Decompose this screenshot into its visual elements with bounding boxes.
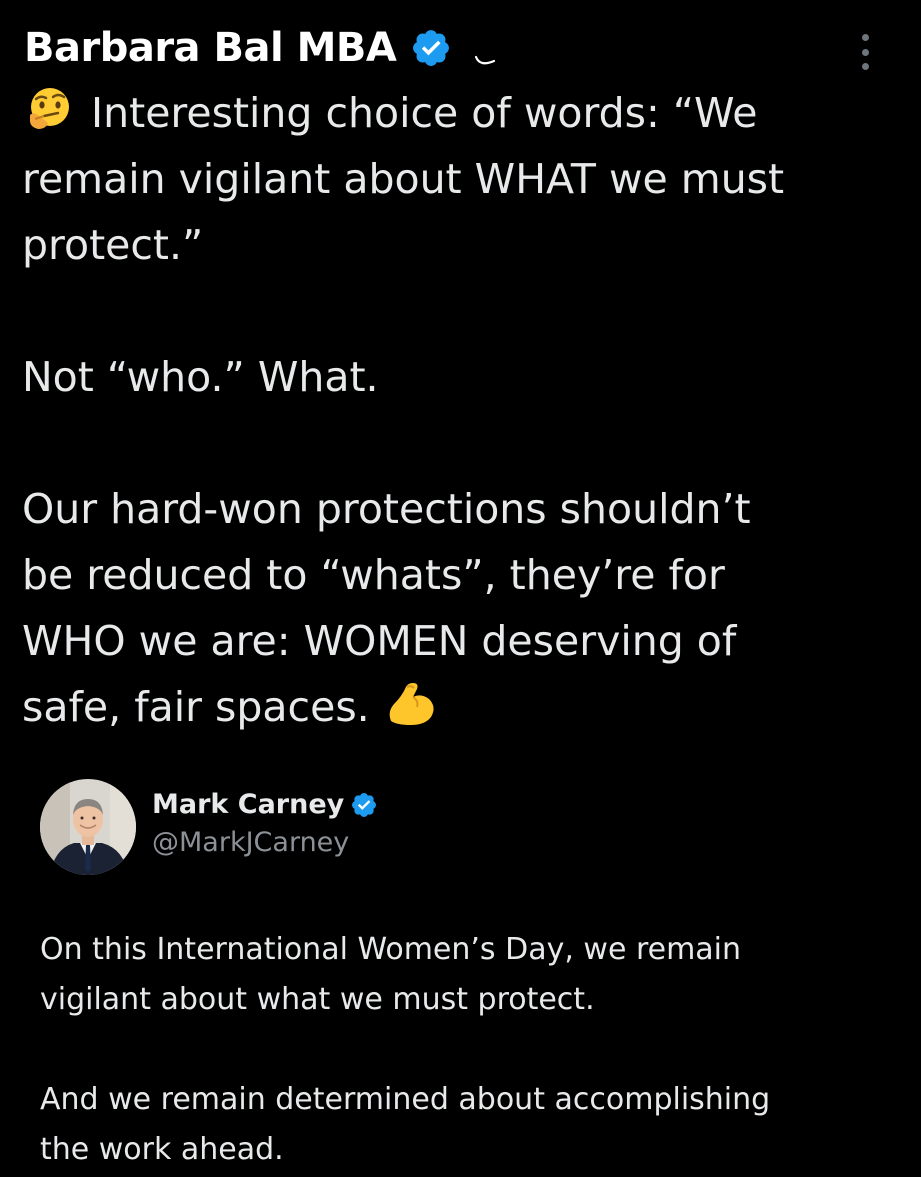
body-line: protect.” — [22, 221, 204, 269]
quoted-text-line: vigilant about what we must protect. — [40, 982, 595, 1017]
quoted-text-line: the work ahead. — [40, 1132, 284, 1167]
thinking-face-emoji-icon — [30, 88, 69, 129]
quoted-text-line: And we remain determined about accomplis… — [40, 1082, 771, 1117]
body-line: WHO we are: WOMEN deserving of — [22, 617, 737, 665]
body-line: safe, fair spaces. — [22, 683, 370, 731]
body-line: Our hard-won protections shouldn’t — [22, 485, 751, 533]
body-line: Not “who.” What. — [22, 353, 379, 401]
body-line: be reduced to “whats”, they’re for — [22, 551, 725, 599]
body-line: remain vigilant about WHAT we must — [22, 155, 785, 203]
tweet-text: Interesting choice of words: “We remain … — [22, 80, 902, 740]
quoted-text-line: On this International Women’s Day, we re… — [40, 932, 742, 967]
more-dot-icon — [861, 63, 869, 70]
body-line: Interesting choice of words: “We — [91, 89, 758, 137]
verified-badge-icon — [352, 792, 377, 817]
loading-spinner-icon — [475, 55, 496, 65]
flexed-biceps-emoji-icon — [389, 683, 434, 725]
quoted-tweet-text: On this International Women’s Day, we re… — [40, 925, 770, 1175]
tweet-header: Barbara Bal MBA — [24, 20, 496, 76]
more-dot-icon — [861, 34, 869, 41]
more-options-button[interactable] — [850, 32, 880, 72]
more-dot-icon — [861, 48, 869, 56]
quoted-author-name[interactable]: Mark Carney — [152, 789, 344, 820]
profile-photo — [40, 779, 136, 875]
quoted-author-row: Mark Carney — [152, 789, 378, 820]
avatar[interactable] — [40, 779, 136, 875]
verified-badge-icon — [413, 30, 450, 66]
quoted-author-handle[interactable]: @MarkJCarney — [152, 827, 349, 858]
author-name[interactable]: Barbara Bal MBA — [24, 25, 397, 71]
